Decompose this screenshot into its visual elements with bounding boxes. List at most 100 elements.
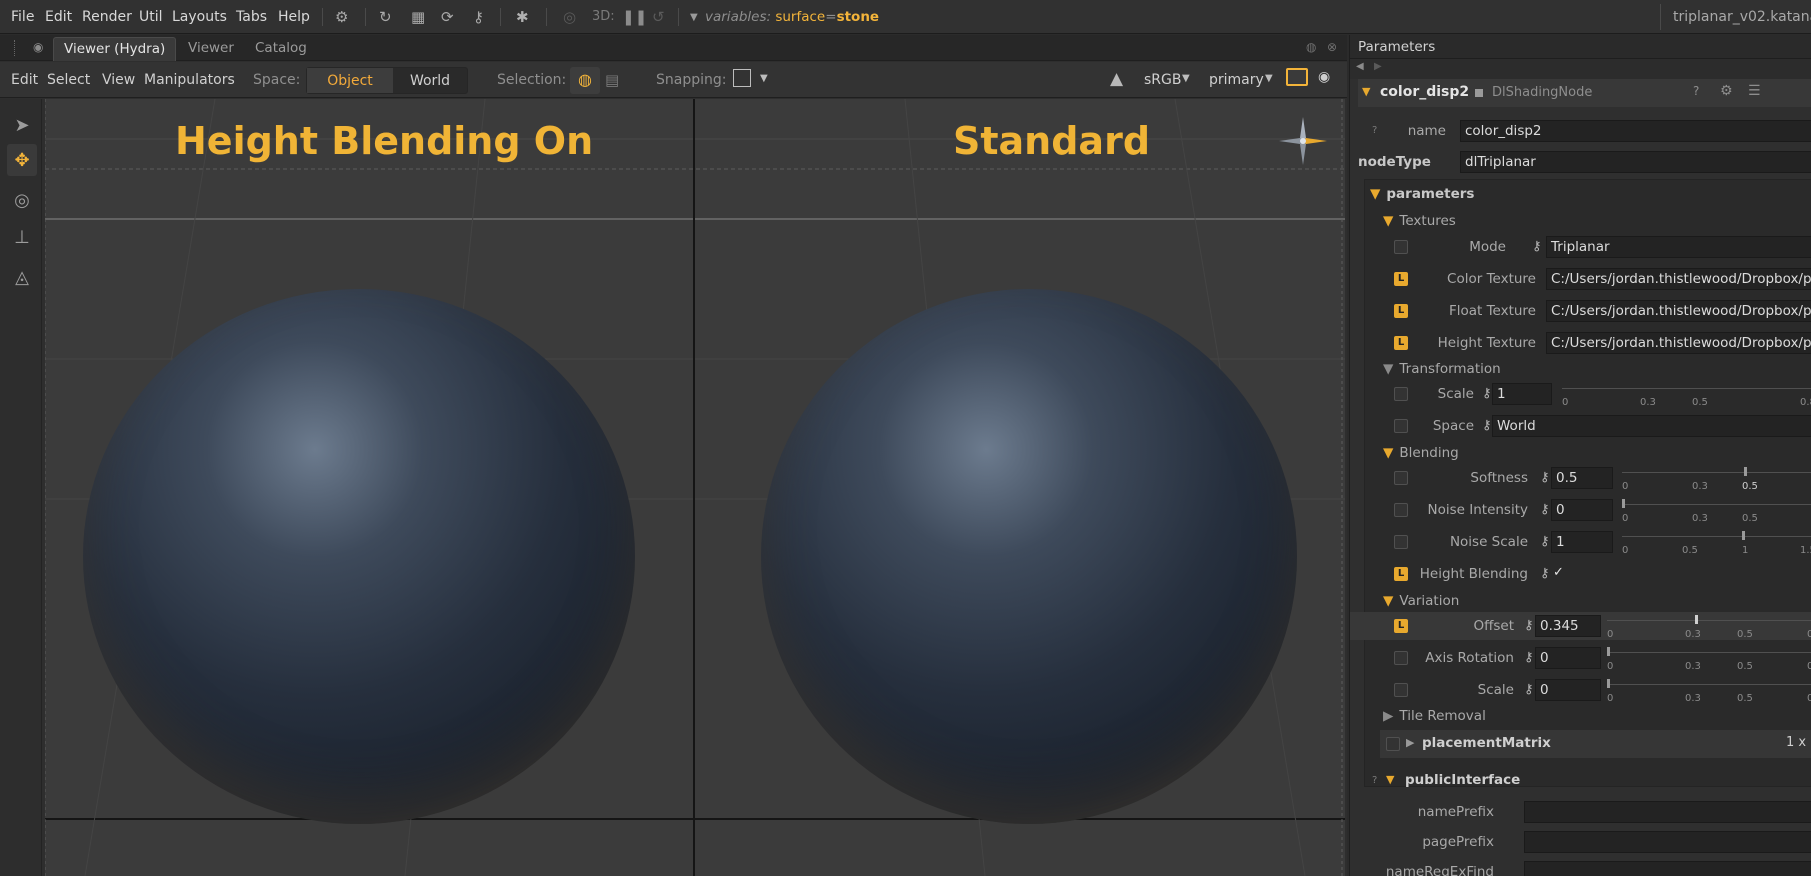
pin-icon[interactable]: ◉ [33,40,43,54]
slider-thumb[interactable] [1742,531,1745,540]
bug-icon[interactable]: ✱ [516,8,529,26]
color-texture-field[interactable]: C:/Users/jordan.thistlewood/Dropbox/pr [1546,268,1811,290]
key-icon[interactable]: ⚷ [1524,650,1534,665]
forward-icon[interactable]: ▶ [1374,61,1382,72]
default-state-icon[interactable] [1394,503,1408,517]
space-object-button[interactable]: Object [307,68,393,93]
menu-tabs[interactable]: Tabs [236,9,267,25]
menu-util[interactable]: Util [139,9,163,25]
scale-slider[interactable]: 0 0.3 0.5 0.8 [1562,383,1811,408]
selection-grid-icon[interactable]: ▤ [605,71,619,89]
local-state-icon[interactable]: L [1394,619,1408,633]
snapping-box-icon[interactable] [733,69,751,87]
refresh-icon[interactable]: ↻ [379,8,392,26]
default-state-icon[interactable] [1394,387,1408,401]
slider-thumb[interactable] [1622,499,1625,508]
menu-render[interactable]: Render [82,9,132,25]
3d-viewport[interactable]: Height Blending On Standard [45,99,1345,876]
local-state-icon[interactable]: L [1394,272,1408,286]
hint-icon[interactable]: ? [1372,125,1377,136]
blending-section[interactable]: ▼ Blending [1383,445,1459,461]
noise-scale-field[interactable]: 1 [1551,531,1613,553]
help-icon[interactable]: ? [1693,84,1699,98]
axis-rotation-slider[interactable]: 0 0.3 0.5 0 [1607,647,1811,672]
translate-icon[interactable]: ✥ [7,144,37,176]
parameters-section[interactable]: ▼ parameters [1370,186,1474,202]
select-arrow-icon[interactable]: ➤ [7,109,37,141]
slider-thumb[interactable] [1695,615,1698,624]
display-dropdown-icon[interactable]: ▼ [1265,73,1273,84]
mode-dropdown[interactable]: Triplanar [1546,236,1811,258]
menu-layouts[interactable]: Layouts [172,9,227,25]
name-field[interactable]: color_disp2 [1460,120,1811,142]
key-icon[interactable]: ⚷ [1540,502,1550,517]
maximize-icon[interactable]: ◍ [1306,40,1316,54]
slider-thumb[interactable] [1744,467,1747,476]
slider-thumb[interactable] [1607,679,1610,688]
local-state-icon[interactable]: L [1394,567,1408,581]
expand-triangle-icon[interactable]: ▶ [1406,736,1414,749]
pause-icon[interactable]: ❚❚ [622,8,647,26]
scale-field[interactable]: 1 [1492,383,1552,405]
height-texture-field[interactable]: C:/Users/jordan.thistlewood/Dropbox/pr [1546,332,1811,354]
collapse-triangle-icon[interactable]: ▼ [1362,85,1370,98]
slider-thumb[interactable] [1607,647,1610,656]
default-state-icon[interactable] [1394,419,1408,433]
collapse-triangle-icon[interactable]: ▼ [1386,773,1394,786]
viewer-menu-manipulators[interactable]: Manipulators [144,72,235,88]
gear-icon[interactable]: ⚙ [1720,83,1733,99]
monitor-icon[interactable] [1286,68,1308,86]
transformation-section[interactable]: ▼ Transformation [1383,361,1501,377]
height-blending-checkbox[interactable]: ✓ [1553,565,1564,580]
tile-removal-section[interactable]: ▶ Tile Removal [1383,708,1486,724]
menu-file[interactable]: File [11,9,34,25]
back-icon[interactable]: ◀ [1356,61,1364,72]
noise-scale-slider[interactable]: 0 0.5 1 1.5 [1622,531,1811,556]
rotate-icon[interactable]: ◎ [7,184,37,216]
tab-viewer-hydra[interactable]: Viewer (Hydra) [53,37,177,61]
default-state-icon[interactable] [1394,683,1408,697]
key-icon[interactable]: ⚷ [1482,418,1492,433]
nodetype-field[interactable]: dlTriplanar [1460,151,1811,173]
snapping-dropdown-icon[interactable]: ▼ [760,73,768,84]
scale-icon[interactable]: ⊥ [7,221,37,253]
variables-indicator[interactable]: variables: surface=stone [705,9,879,25]
drag-handle[interactable] [14,40,16,56]
clapper-icon[interactable]: ▦ [411,8,425,26]
tab-viewer[interactable]: Viewer [178,37,244,61]
local-state-icon[interactable]: L [1394,336,1408,350]
noise-intensity-slider[interactable]: 0 0.3 0.5 0 [1622,499,1811,524]
textures-section[interactable]: ▼ Textures [1383,213,1456,229]
variation-scale-field[interactable]: 0 [1535,679,1601,701]
key-icon[interactable]: ⚷ [1540,566,1550,581]
default-state-icon[interactable] [1394,651,1408,665]
offset-slider[interactable]: 0 0.3 0.5 0 [1607,615,1811,640]
name-regex-field[interactable] [1524,861,1811,876]
key-icon[interactable]: ⚷ [1540,470,1550,485]
default-state-icon[interactable] [1394,471,1408,485]
hint-icon[interactable]: ? [1372,775,1377,786]
space-world-button[interactable]: World [393,68,467,93]
repeat-icon[interactable]: ⟳ [441,8,454,26]
visibility-icon[interactable]: ◉ [1318,69,1330,85]
softness-slider[interactable]: 0 0.3 0.5 0. [1622,467,1811,492]
offset-field[interactable]: 0.345 [1535,615,1601,637]
tab-catalog[interactable]: Catalog [245,37,317,61]
selection-globe-icon[interactable]: ◍ [570,67,600,94]
colorspace-dropdown-icon[interactable]: ▼ [1182,73,1190,84]
display-dropdown[interactable]: primary [1209,72,1264,88]
variation-scale-slider[interactable]: 0 0.3 0.5 0 [1607,679,1811,704]
menu-edit[interactable]: Edit [45,9,72,25]
node-color-swatch[interactable] [1475,89,1483,97]
colorspace-dropdown[interactable]: sRGB [1144,72,1181,88]
viewer-menu-edit[interactable]: Edit [11,72,38,88]
gear-icon[interactable]: ⚙ [335,8,348,26]
key-icon[interactable]: ⚷ [1524,682,1534,697]
float-texture-field[interactable]: C:/Users/jordan.thistlewood/Dropbox/pr [1546,300,1811,322]
key-icon[interactable]: ⚷ [1540,534,1550,549]
noise-intensity-field[interactable]: 0 [1551,499,1613,521]
key-icon[interactable]: ⚷ [1532,239,1542,254]
key-icon[interactable]: ⚷ [1524,618,1534,633]
variation-section[interactable]: ▼ Variation [1383,593,1459,609]
pivot-icon[interactable]: ◬ [7,261,37,293]
